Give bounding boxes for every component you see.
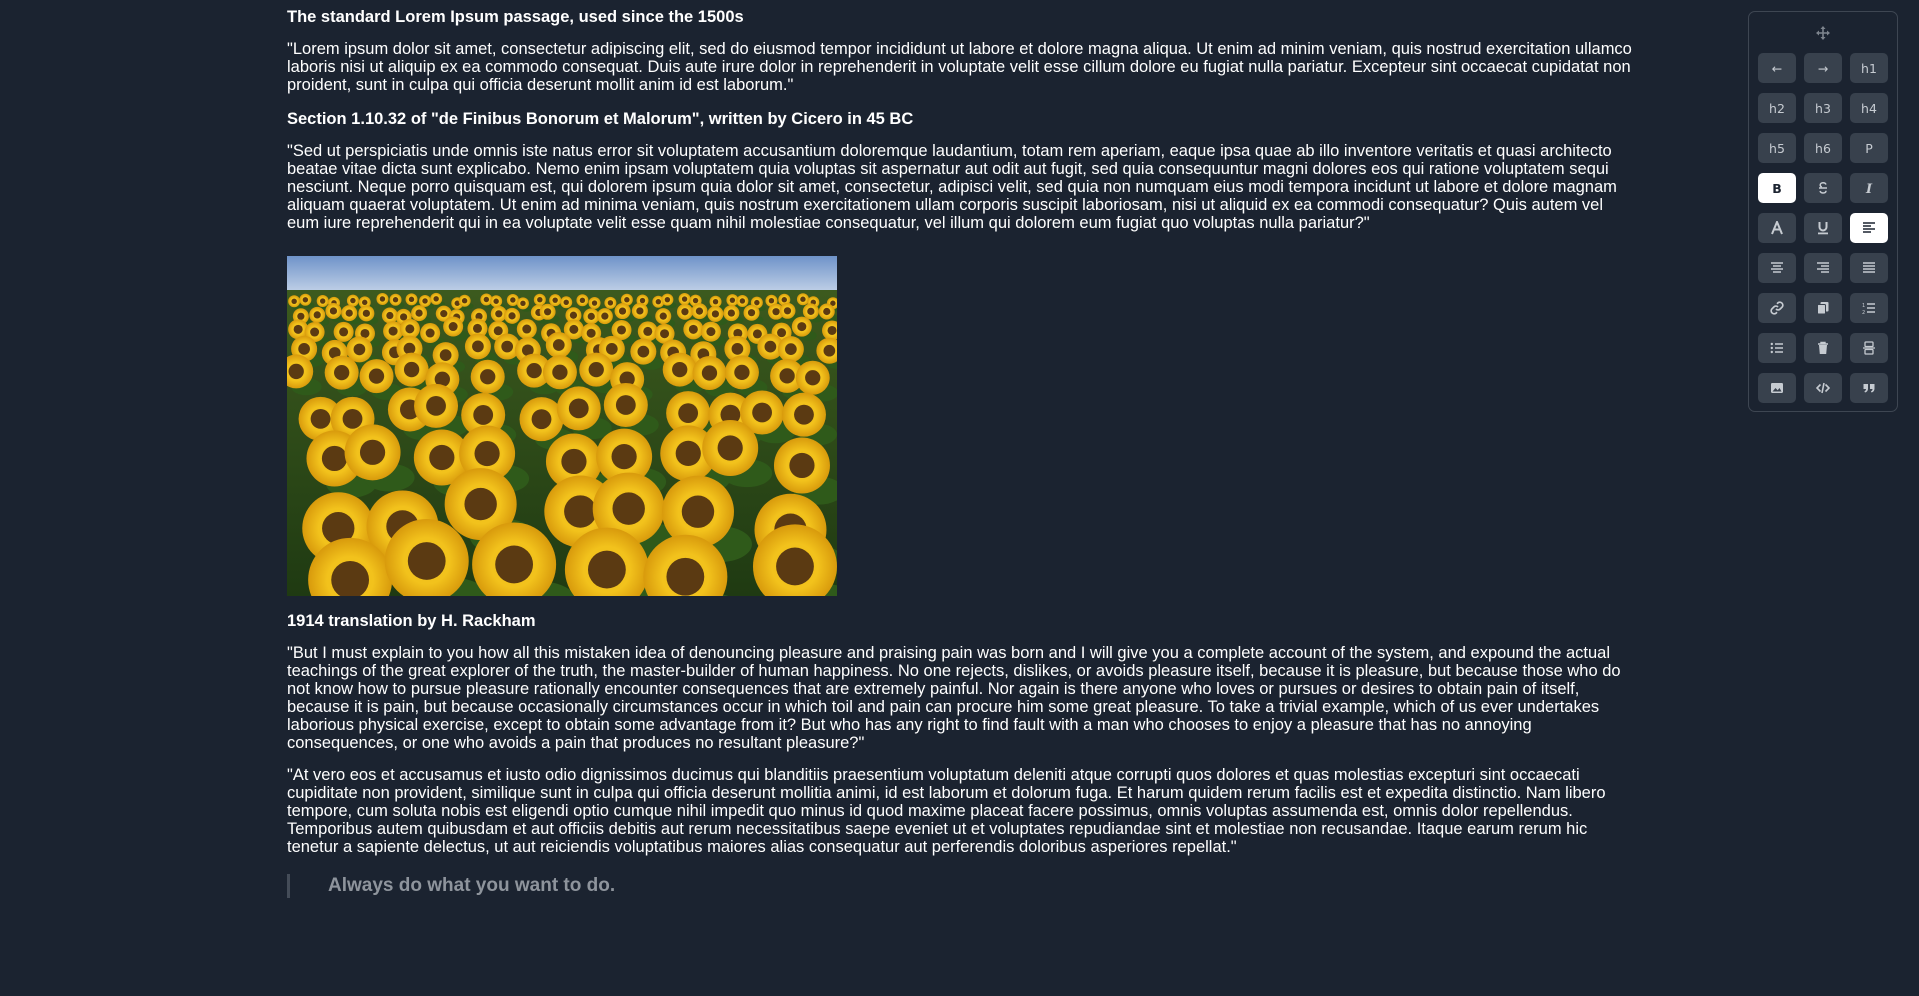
bullet-list-icon bbox=[1770, 341, 1784, 355]
toolbar-align-right-button[interactable] bbox=[1804, 253, 1842, 283]
heading-section-cicero: Section 1.10.32 of "de Finibus Bonorum e… bbox=[287, 110, 914, 128]
toolbar-quote-button[interactable] bbox=[1850, 373, 1888, 403]
align-center-icon bbox=[1770, 261, 1784, 275]
toolbar-align-center-button[interactable] bbox=[1758, 253, 1796, 283]
image-icon bbox=[1770, 381, 1784, 395]
ordered-list-icon: 12 bbox=[1862, 301, 1876, 315]
toolbar-bullet-list-button[interactable] bbox=[1758, 333, 1796, 363]
align-left-icon bbox=[1862, 221, 1876, 235]
heading-translation: 1914 translation by H. Rackham bbox=[287, 612, 536, 630]
svg-text:2: 2 bbox=[1862, 310, 1865, 315]
toolbar-bold-button[interactable]: B bbox=[1758, 173, 1796, 203]
toolbar-trash-button[interactable] bbox=[1804, 333, 1842, 363]
copy-icon bbox=[1816, 301, 1830, 315]
toolbar-heading-h5-button[interactable]: h5 bbox=[1758, 133, 1796, 163]
redo-icon: → bbox=[1817, 60, 1829, 76]
paragraph-sed-ut: "Sed ut perspiciatis unde omnis iste nat… bbox=[287, 142, 1617, 232]
font-color-icon bbox=[1770, 221, 1784, 235]
paragraph-at-vero: "At vero eos et accusamus et iusto odio … bbox=[287, 766, 1606, 856]
toolbar-ordered-list-button[interactable]: 12 bbox=[1850, 293, 1888, 323]
toolbar-align-left-button[interactable] bbox=[1850, 213, 1888, 243]
underline-icon bbox=[1816, 221, 1830, 235]
undo-icon: ← bbox=[1771, 60, 1783, 76]
toolbar-image-button[interactable] bbox=[1758, 373, 1796, 403]
formatting-toolbar: ← → h1 h2 h3 h4 h5 h6 P B I 1 2 bbox=[1748, 11, 1898, 412]
italic-icon: I bbox=[1862, 181, 1876, 195]
toolbar-page-break-button[interactable] bbox=[1850, 333, 1888, 363]
heading-lorem-standard: The standard Lorem Ipsum passage, used s… bbox=[287, 8, 744, 26]
toolbar-font-color-button[interactable] bbox=[1758, 213, 1796, 243]
sunflower-field-image[interactable] bbox=[287, 256, 837, 596]
toolbar-heading-h4-button[interactable]: h4 bbox=[1850, 93, 1888, 123]
svg-text:I: I bbox=[1865, 182, 1873, 195]
link-icon bbox=[1770, 301, 1784, 315]
bold-icon: B bbox=[1772, 180, 1782, 196]
toolbar-heading-h1-button[interactable]: h1 bbox=[1850, 53, 1888, 83]
align-justify-icon bbox=[1862, 261, 1876, 275]
page-break-icon bbox=[1862, 341, 1876, 355]
toolbar-copy-button[interactable] bbox=[1804, 293, 1842, 323]
align-right-icon bbox=[1816, 261, 1830, 275]
quote-icon bbox=[1862, 381, 1876, 395]
code-icon bbox=[1816, 381, 1830, 395]
toolbar-italic-button[interactable]: I bbox=[1850, 173, 1888, 203]
toolbar-strikethrough-button[interactable] bbox=[1804, 173, 1842, 203]
toolbar-align-justify-button[interactable] bbox=[1850, 253, 1888, 283]
paragraph-lorem: "Lorem ipsum dolor sit amet, consectetur… bbox=[287, 40, 1632, 94]
toolbar-undo-button[interactable]: ← bbox=[1758, 53, 1796, 83]
toolbar-button-grid: ← → h1 h2 h3 h4 h5 h6 P B I 1 2 bbox=[1758, 53, 1888, 403]
svg-text:1: 1 bbox=[1862, 303, 1865, 309]
strikethrough-icon bbox=[1816, 181, 1830, 195]
blockquote: Always do what you want to do. bbox=[287, 874, 1632, 898]
editor-content[interactable]: The standard Lorem Ipsum passage, used s… bbox=[287, 0, 1632, 898]
move-handle-icon[interactable] bbox=[1749, 22, 1897, 44]
toolbar-heading-h6-button[interactable]: h6 bbox=[1804, 133, 1842, 163]
toolbar-heading-h2-button[interactable]: h2 bbox=[1758, 93, 1796, 123]
toolbar-heading-P-button[interactable]: P bbox=[1850, 133, 1888, 163]
toolbar-link-button[interactable] bbox=[1758, 293, 1796, 323]
toolbar-heading-h3-button[interactable]: h3 bbox=[1804, 93, 1842, 123]
toolbar-code-button[interactable] bbox=[1804, 373, 1842, 403]
toolbar-underline-button[interactable] bbox=[1804, 213, 1842, 243]
toolbar-redo-button[interactable]: → bbox=[1804, 53, 1842, 83]
paragraph-but-i-must: "But I must explain to you how all this … bbox=[287, 644, 1621, 752]
trash-icon bbox=[1816, 341, 1830, 355]
